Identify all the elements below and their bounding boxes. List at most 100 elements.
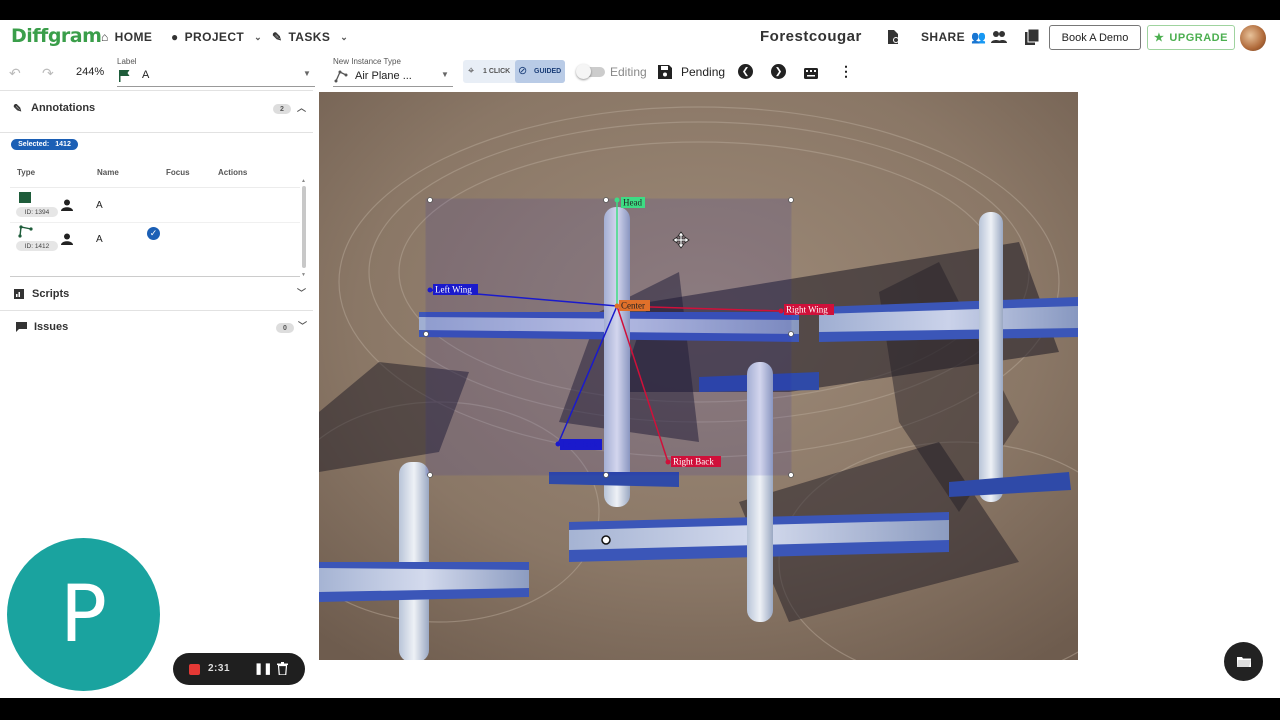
share-button[interactable]: SHARE 👥 xyxy=(921,30,986,44)
editing-label: Editing xyxy=(610,65,647,79)
people-icon[interactable] xyxy=(991,30,1007,49)
aerial-airplanes-image: Head Left Wing Center Right Wing Left Ba… xyxy=(319,92,1078,660)
cursor-click-icon: ⌖ xyxy=(468,65,475,77)
nav-tasks[interactable]: ✎ TASKS ⌄ xyxy=(272,30,348,44)
guided-icon: ⊘ xyxy=(518,65,528,77)
chevron-down-icon: ⌄ xyxy=(340,31,349,42)
divider xyxy=(10,276,300,277)
file-icon[interactable] xyxy=(885,29,901,45)
table-row[interactable]: ID: 1412 A ✓ xyxy=(10,223,300,256)
redo-icon[interactable]: ↷ xyxy=(42,65,54,82)
pencil-icon: ✎ xyxy=(13,103,23,115)
click-mode-toggle: ⌖ 1 CLICK ⊘ GUIDED xyxy=(463,60,565,83)
keypoint-label-head: Head xyxy=(623,198,642,208)
annotation-id: ID: 1412 xyxy=(16,241,58,251)
stop-recording-button[interactable] xyxy=(189,664,200,675)
nav-tasks-label: TASKS xyxy=(288,30,331,44)
column-actions: Actions xyxy=(218,168,248,177)
chevron-down-icon[interactable]: ▼ xyxy=(441,70,449,79)
toolbar: ↶ ↷ 244% Label A ▼ New Instance Type Air… xyxy=(0,56,1280,89)
annotation-name: A xyxy=(96,234,103,245)
keypoint-label-right-back: Right Back xyxy=(673,457,714,467)
scripts-title: Scripts xyxy=(32,288,70,300)
save-icon[interactable] xyxy=(658,65,672,84)
issues-title: Issues xyxy=(34,321,69,333)
undo-icon[interactable]: ↶ xyxy=(9,65,21,82)
label-select-underline xyxy=(117,86,315,87)
annotations-header[interactable]: ✎ Annotations 2 ︿ xyxy=(0,92,313,124)
user-avatar[interactable] xyxy=(1240,25,1266,51)
annotation-name: A xyxy=(96,200,103,211)
annotations-scrollbar[interactable] xyxy=(302,186,306,268)
book-demo-button[interactable]: Book A Demo xyxy=(1049,25,1141,50)
scroll-up-icon[interactable]: ▲ xyxy=(301,178,306,184)
label-field-label: Label xyxy=(117,57,137,66)
previous-task-icon[interactable]: ❮ xyxy=(738,64,753,79)
instance-type-label: New Instance Type xyxy=(333,57,401,66)
chevron-down-icon[interactable]: ﹀ xyxy=(297,286,306,299)
divider xyxy=(0,90,313,91)
selected-badge: Selected: 1412 xyxy=(11,139,78,150)
top-nav: Diffgram ⌂ HOME ● PROJECT ⌄ ✎ TASKS ⌄ Fo… xyxy=(0,20,1280,56)
keypoint-label-left-wing: Left Wing xyxy=(435,285,472,295)
chevron-down-icon[interactable]: ﹀ xyxy=(298,319,307,332)
recorder-avatar: P xyxy=(7,538,160,691)
label-select-value[interactable]: A xyxy=(142,69,149,81)
selected-id: 1412 xyxy=(55,141,71,148)
app-frame: Diffgram ⌂ HOME ● PROJECT ⌄ ✎ TASKS ⌄ Fo… xyxy=(0,20,1280,698)
share-label: SHARE xyxy=(921,30,966,44)
keypoint-label-left-back: Left Back xyxy=(562,440,598,450)
keypoint-label-right-wing: Right Wing xyxy=(786,305,828,315)
box-type-icon xyxy=(19,192,31,203)
selected-label: Selected: xyxy=(18,141,50,148)
status-text: Pending xyxy=(681,65,726,79)
pencil-icon: ✎ xyxy=(272,30,283,44)
folder-open-icon xyxy=(1236,654,1251,670)
chevron-up-icon[interactable]: ︿ xyxy=(297,101,306,114)
column-name: Name xyxy=(97,168,119,177)
upgrade-button[interactable]: ★ UPGRADE xyxy=(1147,25,1235,50)
nav-home[interactable]: ⌂ HOME xyxy=(101,30,152,44)
nav-project-label: PROJECT xyxy=(184,30,245,44)
scripts-header[interactable]: Scripts ﹀ xyxy=(0,278,313,310)
editing-toggle[interactable] xyxy=(576,64,605,79)
nav-home-label: HOME xyxy=(114,30,153,44)
issues-count: 0 xyxy=(276,323,294,333)
column-type: Type xyxy=(17,168,36,177)
focus-check-icon[interactable]: ✓ xyxy=(147,227,160,240)
guided-button[interactable]: GUIDED xyxy=(534,68,561,75)
folder-fab-button[interactable] xyxy=(1224,642,1263,681)
lightbulb-icon: ● xyxy=(171,30,179,44)
project-title: Forestcougar xyxy=(760,28,862,45)
annotations-title: Annotations xyxy=(31,102,96,114)
more-vert-icon[interactable]: ⋮ xyxy=(839,63,853,80)
person-icon xyxy=(61,198,73,216)
script-icon xyxy=(14,289,24,302)
upgrade-label: UPGRADE xyxy=(1169,31,1228,44)
keypoint-label-center: Center xyxy=(621,301,645,311)
recorder-controls: 2:31 ❚❚ xyxy=(173,653,305,685)
instance-type-value[interactable]: Air Plane ... xyxy=(355,70,412,82)
next-task-icon[interactable]: ❯ xyxy=(771,64,786,79)
logo[interactable]: Diffgram xyxy=(11,25,102,47)
annotations-count: 2 xyxy=(273,104,291,114)
person-icon xyxy=(61,232,73,250)
nav-project[interactable]: ● PROJECT ⌄ xyxy=(171,30,262,44)
keyboard-icon[interactable] xyxy=(804,66,818,84)
comment-icon xyxy=(16,322,27,335)
annotation-canvas[interactable]: Head Left Wing Center Right Wing Left Ba… xyxy=(319,92,1078,660)
table-row[interactable]: ID: 1394 A xyxy=(10,189,300,222)
pause-icon[interactable]: ❚❚ xyxy=(254,662,272,675)
one-click-button[interactable]: 1 CLICK xyxy=(483,68,510,75)
home-icon: ⌂ xyxy=(101,30,109,44)
toggle-knob xyxy=(576,64,591,79)
trash-icon[interactable] xyxy=(277,662,288,680)
column-focus: Focus xyxy=(166,168,190,177)
library-icon[interactable] xyxy=(1025,28,1040,50)
chevron-down-icon: ⌄ xyxy=(254,31,263,42)
annotation-id: ID: 1394 xyxy=(16,207,58,217)
issues-header[interactable]: Issues 0 ﹀ xyxy=(0,311,313,343)
chevron-down-icon[interactable]: ▼ xyxy=(303,69,311,78)
add-person-icon: 👥 xyxy=(971,30,987,44)
instance-type-underline xyxy=(333,86,453,87)
